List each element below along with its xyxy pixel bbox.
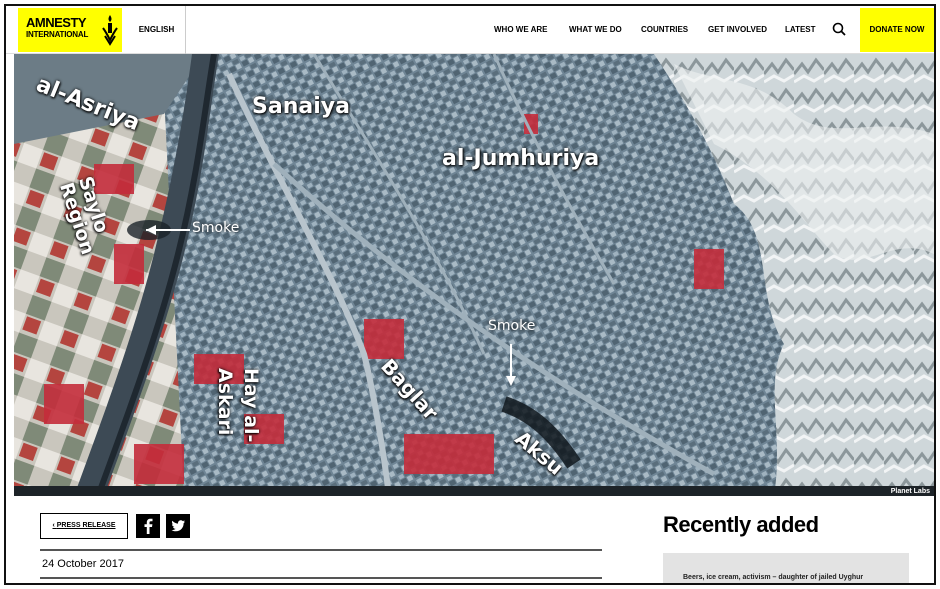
donate-button[interactable]: DONATE NOW xyxy=(860,8,934,52)
smoke-label-2: Smoke xyxy=(488,318,536,334)
satellite-map xyxy=(14,54,934,496)
nav-get-involved[interactable]: GET INVOLVED xyxy=(708,6,767,54)
nav-who-we-are[interactable]: WHO WE ARE xyxy=(494,6,547,54)
label-al-jumhuriya: al-Jumhuriya xyxy=(442,146,600,171)
facebook-icon xyxy=(144,518,153,534)
label-hay-al-askari: Hay al-Askari xyxy=(214,368,262,443)
smoke-label-1: Smoke xyxy=(192,220,240,236)
screenshot-frame: AMNESTY INTERNATIONAL ENGLISH WHO WE ARE… xyxy=(4,4,936,585)
twitter-share-button[interactable] xyxy=(166,514,190,538)
language-selector[interactable]: ENGLISH xyxy=(128,6,186,54)
facebook-share-button[interactable] xyxy=(136,514,160,538)
nav-countries[interactable]: COUNTRIES xyxy=(641,6,688,54)
recent-article-card[interactable]: Beers, ice cream, activism – daughter of… xyxy=(663,553,909,583)
nav-latest[interactable]: LATEST xyxy=(785,6,816,54)
amnesty-logo[interactable]: AMNESTY INTERNATIONAL xyxy=(18,8,122,52)
publish-date: 24 October 2017 xyxy=(42,558,124,570)
nav-what-we-do[interactable]: WHAT WE DO xyxy=(569,6,622,54)
image-credit: Planet Labs xyxy=(890,488,930,495)
search-icon[interactable] xyxy=(830,20,850,40)
label-sanaiya: Sanaiya xyxy=(252,94,350,119)
twitter-icon xyxy=(171,520,185,532)
satellite-image: al-Asriya Sanaiya al-Jumhuriya Saylo Reg… xyxy=(14,54,934,496)
divider-bottom xyxy=(40,577,602,579)
logo-line1: AMNESTY xyxy=(26,15,87,30)
recently-added-heading: Recently added xyxy=(663,512,819,537)
logo-line2: INTERNATIONAL xyxy=(26,30,89,39)
site-header: AMNESTY INTERNATIONAL ENGLISH WHO WE ARE… xyxy=(6,6,934,54)
candle-icon xyxy=(102,15,118,46)
recent-article-title[interactable]: Beers, ice cream, activism – daughter of… xyxy=(683,574,863,581)
divider-top xyxy=(40,549,602,551)
press-release-button[interactable]: ‹ PRESS RELEASE xyxy=(40,513,128,539)
press-release-label: PRESS RELEASE xyxy=(56,522,116,529)
